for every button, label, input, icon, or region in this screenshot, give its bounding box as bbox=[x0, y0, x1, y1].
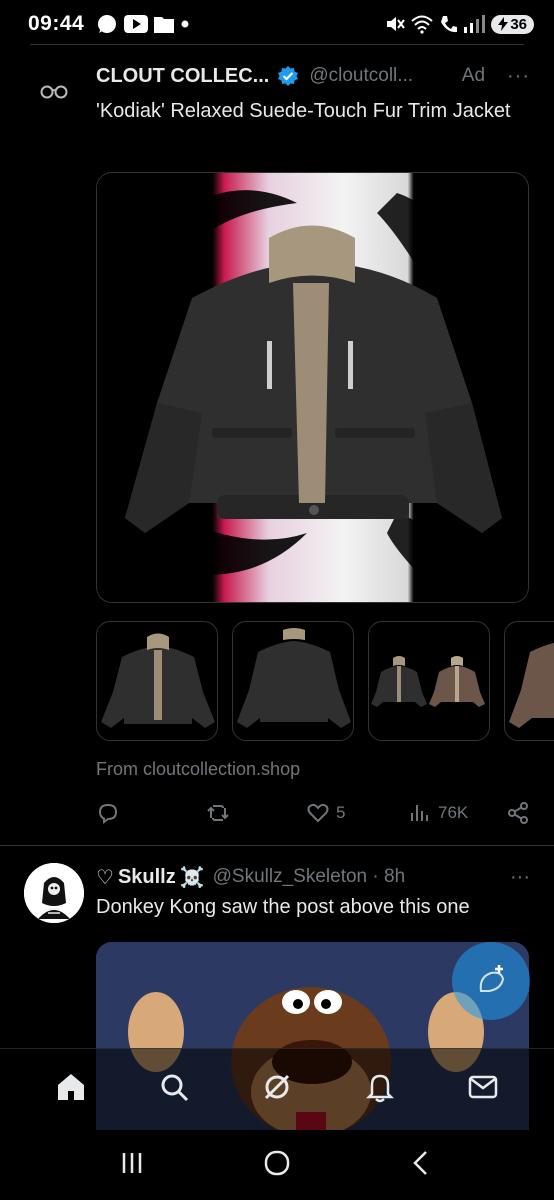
avatar[interactable] bbox=[24, 863, 84, 923]
dot-icon bbox=[181, 20, 189, 28]
nav-messages[interactable] bbox=[466, 1070, 500, 1109]
author-name[interactable]: ♡ Skullz ☠️ bbox=[96, 865, 205, 890]
messages-icon bbox=[468, 1075, 497, 1099]
more-options-button[interactable]: ··· bbox=[507, 65, 530, 88]
name-prefix: ♡ bbox=[96, 866, 114, 889]
grok-icon bbox=[264, 1074, 290, 1100]
call-icon bbox=[441, 16, 458, 33]
product-thumbnail[interactable] bbox=[96, 621, 218, 741]
status-notification-icons bbox=[96, 13, 190, 35]
top-divider bbox=[30, 44, 524, 45]
name-text: Skullz bbox=[117, 865, 176, 888]
product-image-main[interactable] bbox=[96, 172, 529, 603]
views-button[interactable]: 76K bbox=[408, 801, 506, 825]
author-handle[interactable]: @Skullz_Skeleton · 8h bbox=[213, 866, 406, 888]
nav-grok[interactable] bbox=[260, 1070, 294, 1109]
search-icon bbox=[161, 1074, 189, 1102]
like-button[interactable]: 5 bbox=[306, 801, 408, 825]
system-navigation-bar bbox=[0, 1130, 554, 1200]
mute-icon bbox=[387, 17, 406, 31]
product-thumbnail[interactable] bbox=[504, 621, 554, 741]
jacket-pair-photo bbox=[371, 656, 485, 707]
nav-search[interactable] bbox=[157, 1070, 191, 1109]
tweet-header: ♡ Skullz ☠️ @Skullz_Skeleton · 8h ··· bbox=[96, 864, 530, 890]
jacket-photo bbox=[97, 173, 528, 602]
recents-button[interactable] bbox=[115, 1146, 149, 1185]
ad-label: Ad bbox=[461, 65, 486, 86]
jacket-front-photo bbox=[101, 633, 215, 728]
like-count: 5 bbox=[336, 803, 346, 822]
tweet-header: CLOUT COLLEC... @cloutcoll... Ad ··· bbox=[96, 64, 530, 88]
nav-notifications[interactable] bbox=[363, 1070, 397, 1109]
bottom-navigation bbox=[0, 1048, 554, 1130]
battery-level: 36 bbox=[510, 15, 527, 33]
home-button[interactable] bbox=[260, 1146, 294, 1185]
folder-icon bbox=[154, 17, 175, 33]
home-icon bbox=[58, 1074, 85, 1100]
product-thumbnail[interactable] bbox=[368, 621, 490, 741]
youtube-icon bbox=[124, 15, 149, 33]
name-emoji: ☠️ bbox=[179, 866, 205, 889]
retweet-icon bbox=[207, 805, 229, 821]
nav-home[interactable] bbox=[54, 1070, 88, 1109]
tweet-text: 'Kodiak' Relaxed Suede-Touch Fur Trim Ja… bbox=[96, 100, 511, 122]
battery-indicator: 36 bbox=[491, 14, 534, 34]
views-count: 76K bbox=[438, 803, 469, 822]
wifi-icon bbox=[411, 15, 433, 34]
heart-icon bbox=[307, 803, 329, 823]
jacket-back-photo bbox=[237, 628, 351, 728]
back-button[interactable] bbox=[405, 1146, 439, 1185]
recents-icon bbox=[123, 1152, 142, 1173]
compose-button[interactable] bbox=[452, 942, 530, 1020]
status-system-icons: 36 bbox=[385, 14, 534, 34]
skeleton-avatar-icon bbox=[24, 863, 84, 923]
whatsapp-icon bbox=[98, 15, 117, 33]
share-icon bbox=[508, 802, 528, 824]
notifications-icon bbox=[365, 1074, 394, 1103]
author-handle[interactable]: @cloutcoll... bbox=[309, 65, 413, 87]
compose-plus-icon bbox=[479, 965, 505, 992]
verified-badge-icon bbox=[278, 66, 299, 86]
retweet-button[interactable] bbox=[206, 801, 306, 825]
tweet-actions: 5 76K bbox=[96, 796, 530, 830]
tweet-divider bbox=[0, 845, 554, 846]
source-link[interactable]: From cloutcollection.shop bbox=[96, 759, 300, 780]
views-icon bbox=[411, 805, 428, 821]
charging-bolt-icon bbox=[498, 17, 509, 31]
status-time: 09:44 bbox=[28, 12, 85, 35]
back-icon bbox=[412, 1150, 427, 1175]
more-options-button[interactable]: ··· bbox=[510, 866, 530, 889]
author-name[interactable]: CLOUT COLLEC... bbox=[96, 65, 269, 88]
status-bar: 09:44 36 bbox=[0, 0, 554, 48]
jacket-brown-photo bbox=[509, 642, 554, 728]
share-button[interactable] bbox=[506, 801, 530, 825]
reply-button[interactable] bbox=[96, 801, 206, 825]
product-thumbnail[interactable] bbox=[232, 621, 354, 741]
tweet-text: Donkey Kong saw the post above this one bbox=[96, 896, 470, 918]
product-thumbnail-carousel[interactable] bbox=[96, 621, 554, 741]
home-circle-icon bbox=[264, 1150, 290, 1175]
reply-icon bbox=[98, 803, 118, 824]
brand-logo-icon[interactable] bbox=[38, 80, 70, 104]
signal-icon bbox=[464, 15, 486, 33]
